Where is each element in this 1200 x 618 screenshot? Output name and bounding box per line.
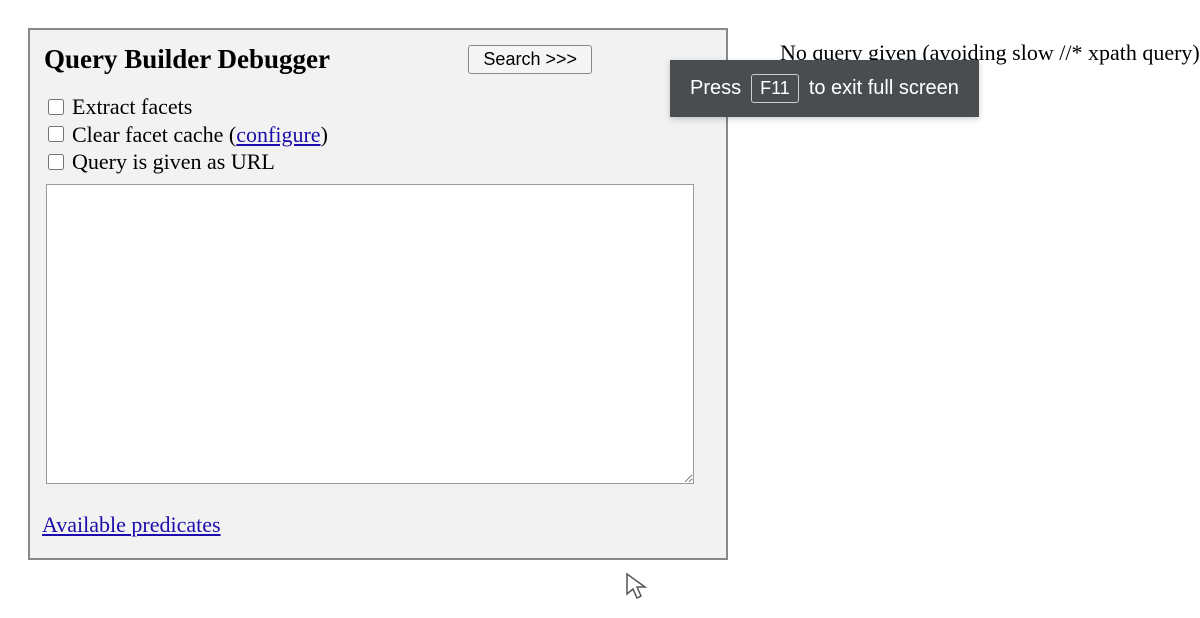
- fullscreen-exit-toast: Press F11 to exit full screen: [670, 60, 979, 117]
- extract-facets-option[interactable]: Extract facets: [48, 93, 714, 121]
- panel-header: Query Builder Debugger Search >>>: [42, 40, 714, 93]
- toast-press-label: Press: [690, 77, 741, 100]
- configure-link[interactable]: configure: [236, 122, 320, 147]
- clear-facet-cache-label: Clear facet cache (configure): [72, 121, 328, 149]
- toast-exit-label: to exit full screen: [809, 77, 959, 100]
- query-as-url-option[interactable]: Query is given as URL: [48, 148, 714, 176]
- query-as-url-label: Query is given as URL: [72, 148, 275, 176]
- available-predicates-link[interactable]: Available predicates: [42, 512, 221, 538]
- extract-facets-label: Extract facets: [72, 93, 192, 121]
- query-builder-panel: Query Builder Debugger Search >>> Extrac…: [28, 28, 728, 560]
- panel-title: Query Builder Debugger: [44, 44, 330, 75]
- query-textarea[interactable]: [46, 184, 694, 484]
- clear-facet-cache-option[interactable]: Clear facet cache (configure): [48, 121, 714, 149]
- extract-facets-checkbox[interactable]: [48, 99, 64, 115]
- cursor-icon: [625, 572, 649, 602]
- query-as-url-checkbox[interactable]: [48, 154, 64, 170]
- options-group: Extract facets Clear facet cache (config…: [42, 93, 714, 176]
- clear-facet-cache-checkbox[interactable]: [48, 126, 64, 142]
- search-button[interactable]: Search >>>: [468, 45, 592, 74]
- toast-key-chip: F11: [751, 74, 799, 103]
